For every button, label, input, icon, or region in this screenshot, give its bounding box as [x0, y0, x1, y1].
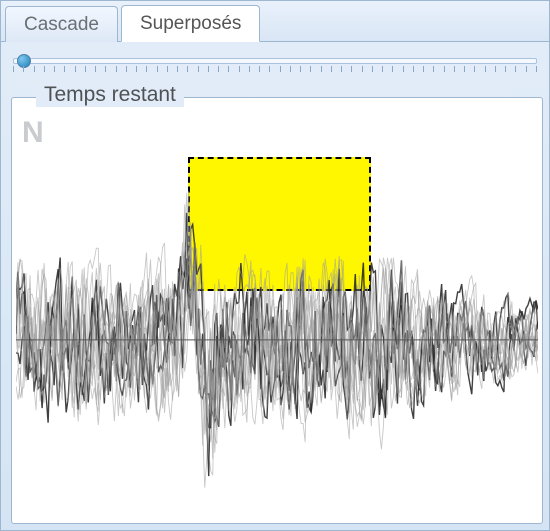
- slider-row: [1, 42, 549, 76]
- corner-label-n: N: [22, 116, 45, 150]
- tab-cascade[interactable]: Cascade: [5, 6, 118, 42]
- time-slider[interactable]: [13, 52, 537, 74]
- groupbox-temps-restant: Temps restant N: [11, 97, 543, 524]
- app-window: Cascade Superposés Temps restant N: [0, 0, 550, 531]
- tab-superposes[interactable]: Superposés: [121, 5, 260, 42]
- slider-ticks: [13, 66, 537, 74]
- waveform-plot: [16, 112, 538, 519]
- groupbox-title: Temps restant: [36, 83, 184, 107]
- tabstrip: Cascade Superposés: [1, 1, 549, 42]
- plot-area[interactable]: N: [16, 112, 538, 519]
- slider-track: [13, 58, 537, 64]
